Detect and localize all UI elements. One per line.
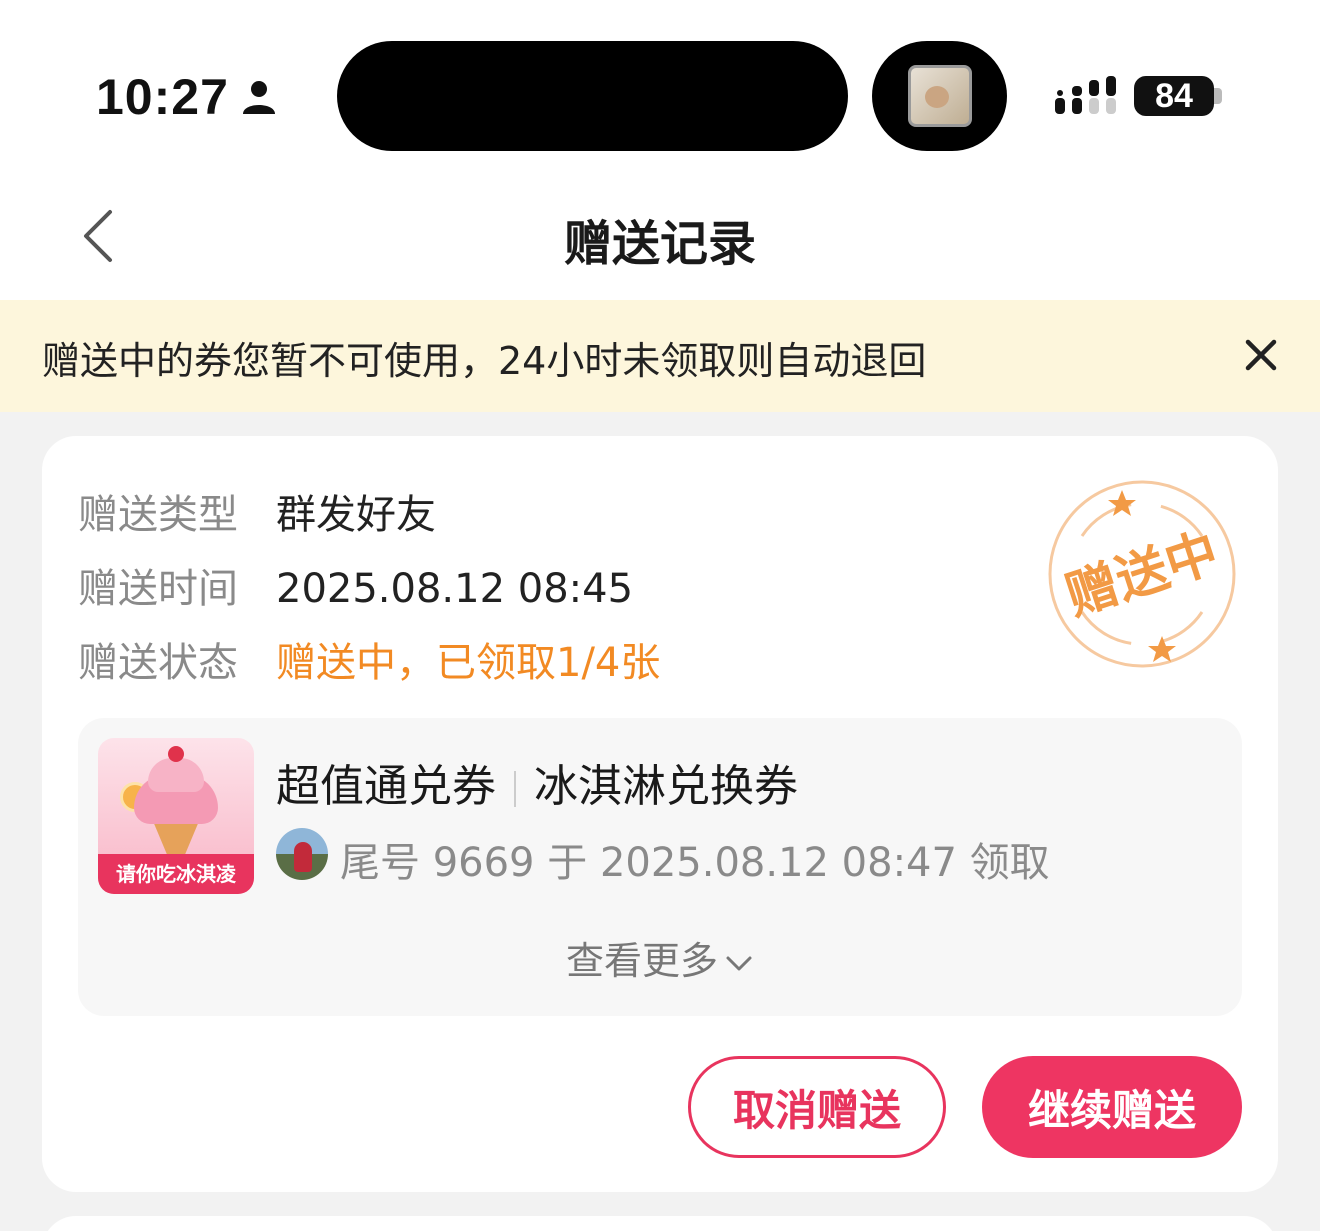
status-bar: 10:27 84 (0, 0, 1320, 190)
gift-type-label: 赠送类型 (78, 492, 238, 538)
coupon-item[interactable]: 请你吃冰淇凌 超值通兑券 冰淇淋兑换券 尾号 9669 于 2025.08.12 … (78, 718, 1242, 1016)
coupon-title-sub: 冰淇淋兑换券 (534, 761, 798, 812)
coupon-image-label: 请你吃冰淇凌 (98, 854, 254, 894)
gift-status-label: 赠送状态 (78, 640, 238, 686)
battery-tip (1214, 88, 1222, 104)
signal-icon (1055, 76, 1116, 114)
gift-time-value: 2025.08.12 08:45 (276, 566, 634, 612)
gift-status-row: 赠送状态 赠送中，已领取1/4张 (78, 630, 660, 688)
title-separator (514, 771, 516, 807)
gift-record-card: 赠送类型 群发好友 赠送时间 2025.08.12 08:45 赠送状态 赠送中，已领… (42, 436, 1278, 1192)
view-more-button[interactable]: 查看更多 (78, 930, 1242, 985)
nav-bar: 赠送记录 (0, 190, 1320, 300)
view-more-label: 查看更多 (565, 939, 718, 983)
status-time: 10:27 (96, 69, 229, 125)
chevron-down-icon (726, 956, 752, 970)
status-stamp: 赠送中 (1048, 480, 1236, 668)
live-activity[interactable] (872, 41, 1007, 151)
claim-info: 尾号 9669 于 2025.08.12 08:47 领取 (340, 840, 1050, 886)
notice-text: 赠送中的券您暂不可使用，24小时未领取则自动退回 (42, 339, 927, 383)
next-record-card (42, 1216, 1278, 1231)
cancel-gift-button[interactable]: 取消赠送 (688, 1056, 946, 1158)
battery-icon: 84 (1134, 76, 1214, 116)
dynamic-island (337, 41, 848, 151)
gift-type-value: 群发好友 (276, 492, 436, 538)
close-icon[interactable] (1242, 336, 1280, 374)
coupon-title: 超值通兑券 冰淇淋兑换券 (276, 750, 798, 814)
avatar (276, 828, 328, 880)
live-activity-thumbnail (908, 65, 972, 127)
strawberry-icon (168, 746, 184, 762)
coupon-title-main: 超值通兑券 (276, 761, 496, 812)
page-title: 赠送记录 (563, 216, 756, 272)
gift-type-row: 赠送类型 群发好友 (78, 482, 436, 540)
gift-time-label: 赠送时间 (78, 566, 238, 612)
scoop-top-icon (148, 758, 204, 792)
gift-status-value: 赠送中，已领取1/4张 (276, 640, 661, 686)
person-icon (243, 81, 275, 114)
battery-level: 84 (1155, 76, 1193, 115)
continue-gift-button[interactable]: 继续赠送 (982, 1056, 1242, 1158)
coupon-image: 请你吃冰淇凌 (98, 738, 254, 894)
notice-banner: 赠送中的券您暂不可使用，24小时未领取则自动退回 (0, 300, 1320, 412)
gift-time-row: 赠送时间 2025.08.12 08:45 (78, 556, 633, 614)
